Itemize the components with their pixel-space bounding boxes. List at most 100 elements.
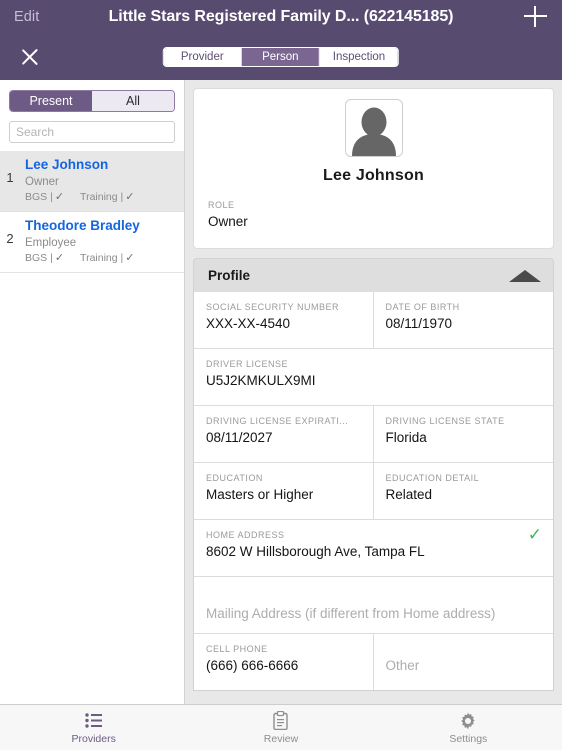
person-badges: BGS | ✓ Training | ✓ [25, 252, 178, 265]
check-icon: ✓ [125, 252, 135, 264]
tab-review[interactable]: Review [187, 711, 374, 745]
license-state-field[interactable]: DRIVING LICENSE STATE Florida [374, 406, 554, 462]
list-icon [84, 711, 103, 731]
check-icon: ✓ [125, 191, 135, 203]
mailing-address-field[interactable]: Mailing Address (if different from Home … [194, 577, 507, 633]
ssn-label: SOCIAL SECURITY NUMBER [206, 302, 340, 312]
section-title: Profile [208, 268, 251, 283]
avatar [344, 99, 403, 157]
person-role: Owner [25, 176, 59, 188]
home-address-value: 8602 W Hillsborough Ave, Tampa FL [206, 544, 425, 559]
education-detail-value: Related [385, 487, 433, 502]
driver-license-label: DRIVER LICENSE [206, 359, 289, 369]
home-address-field[interactable]: ✓ HOME ADDRESS 8602 W Hillsborough Ave, … [194, 520, 553, 576]
driver-license-field[interactable]: DRIVER LICENSE U5J2KMKULX9MI [194, 349, 553, 405]
badge-label: BGS | [25, 252, 53, 264]
person-avatar-icon [351, 107, 396, 156]
tab-label: Settings [449, 732, 488, 745]
driver-license-value: U5J2KMKULX9MI [206, 373, 316, 388]
search-input[interactable] [16, 125, 168, 139]
body-container: Present All 1 Lee Johnson Owner BGS |✓ T… [0, 80, 562, 704]
other-phone-placeholder: Other [385, 658, 420, 673]
mailing-address-placeholder: Mailing Address (if different from Home … [206, 606, 496, 621]
green-check-icon: ✓ [527, 525, 542, 544]
education-value: Masters or Higher [206, 487, 314, 502]
filter-option-all[interactable]: All [92, 91, 174, 111]
segmented-control: Provider Person Inspection [162, 46, 400, 67]
tab-provider[interactable]: Provider [163, 47, 242, 66]
field-row: Mailing Address (if different from Home … [194, 577, 553, 634]
cell-phone-value: (666) 666-6666 [206, 658, 299, 673]
license-expiration-value: 08/11/2027 [206, 430, 273, 445]
tab-inspection[interactable]: Inspection [319, 47, 399, 66]
other-phone-field[interactable]: Other [374, 634, 554, 690]
person-badges: BGS | ✓ Training | ✓ [25, 191, 178, 204]
main-panel: Lee Johnson ROLE Owner Profile SOCIAL SE… [185, 80, 562, 704]
person-name[interactable]: Theodore Bradley [25, 218, 178, 234]
check-icon: ✓ [54, 252, 65, 264]
status-badge: BGS | ✓ [25, 191, 64, 204]
dob-label: DATE OF BIRTH [385, 302, 460, 312]
badge-label: Training | [80, 252, 124, 264]
role-field: ROLE Owner [194, 185, 553, 232]
triangle-up-icon[interactable] [509, 269, 541, 282]
ssn-field[interactable]: SOCIAL SECURITY NUMBER XXX-XX-4540 [194, 292, 374, 348]
profile-name: Lee Johnson [323, 167, 424, 184]
row-content: Lee Johnson Owner BGS | ✓ Training | ✓ [20, 151, 184, 211]
field-row: ✓ HOME ADDRESS 8602 W Hillsborough Ave, … [194, 520, 553, 577]
education-label: EDUCATION [206, 473, 263, 483]
person-name[interactable]: Lee Johnson [25, 157, 178, 173]
filter-option-present[interactable]: Present [10, 91, 92, 111]
ssn-value: XXX-XX-4540 [206, 316, 291, 331]
license-state-label: DRIVING LICENSE STATE [385, 416, 505, 426]
edit-button[interactable]: Edit [14, 9, 39, 25]
badge-label: BGS | [25, 191, 53, 203]
profile-summary-card: Lee Johnson ROLE Owner [193, 88, 554, 249]
person-list: 1 Lee Johnson Owner BGS | ✓ Training | ✓ 2… [0, 151, 184, 704]
add-icon[interactable] [521, 2, 549, 30]
tab-settings[interactable]: Settings [375, 711, 562, 745]
education-field[interactable]: EDUCATION Masters or Higher [194, 463, 374, 519]
dob-value: 08/11/1970 [385, 316, 453, 331]
role-label: ROLE [208, 200, 235, 210]
tab-providers[interactable]: Providers [0, 711, 187, 745]
education-detail-field[interactable]: EDUCATION DETAIL Related [374, 463, 554, 519]
row-number: 1 [6, 170, 14, 185]
cell-phone-label: CELL PHONE [206, 644, 268, 654]
row-number: 2 [6, 231, 14, 246]
dob-field[interactable]: DATE OF BIRTH 08/11/1970 [374, 292, 554, 348]
field-row: EDUCATION Masters or Higher EDUCATION DE… [194, 463, 553, 520]
profile-fields: SOCIAL SECURITY NUMBER XXX-XX-4540 DATE … [193, 292, 554, 691]
tab-person[interactable]: Person [241, 47, 320, 66]
close-icon[interactable] [19, 46, 41, 68]
list-item[interactable]: 1 Lee Johnson Owner BGS | ✓ Training | ✓ [0, 151, 184, 212]
search-box[interactable] [9, 121, 175, 143]
cell-phone-field[interactable]: CELL PHONE (666) 666-6666 [194, 634, 374, 690]
badge-label: Training | [80, 191, 124, 203]
check-icon: ✓ [54, 191, 65, 203]
status-badge: Training | ✓ [80, 191, 134, 204]
app-root: Edit Little Stars Registered Family D...… [0, 0, 562, 750]
list-item[interactable]: 2 Theodore Bradley Employee BGS | ✓ Train… [0, 212, 184, 273]
profile-section-header[interactable]: Profile [193, 258, 554, 292]
license-expiration-label: DRIVING LICENSE EXPIRATI... [206, 416, 349, 426]
education-detail-label: EDUCATION DETAIL [385, 473, 480, 483]
sidebar: Present All 1 Lee Johnson Owner BGS |✓ T… [0, 80, 185, 704]
status-badge: Training | ✓ [80, 252, 134, 265]
field-row: DRIVING LICENSE EXPIRATI... 08/11/2027 D… [194, 406, 553, 463]
tab-label: Review [263, 732, 299, 745]
license-expiration-field[interactable]: DRIVING LICENSE EXPIRATI... 08/11/2027 [194, 406, 374, 462]
role-value: Owner [208, 214, 248, 229]
page-title: Little Stars Registered Family D... (622… [108, 7, 454, 25]
home-address-label: HOME ADDRESS [206, 530, 285, 540]
profile-section: Profile SOCIAL SECURITY NUMBER XXX-XX-45… [193, 258, 554, 691]
clipboard-icon [273, 711, 289, 731]
app-header: Edit Little Stars Registered Family D...… [0, 0, 562, 80]
status-badge: BGS | ✓ [25, 252, 64, 265]
field-row: SOCIAL SECURITY NUMBER XXX-XX-4540 DATE … [194, 292, 553, 349]
row-content: Theodore Bradley Employee BGS | ✓ Trainin… [20, 212, 184, 272]
field-row: DRIVER LICENSE U5J2KMKULX9MI [194, 349, 553, 406]
header-bottom-bar: Provider Person Inspection [0, 33, 562, 80]
field-row: CELL PHONE (666) 666-6666 Other [194, 634, 553, 690]
tab-label: Providers [71, 732, 116, 745]
